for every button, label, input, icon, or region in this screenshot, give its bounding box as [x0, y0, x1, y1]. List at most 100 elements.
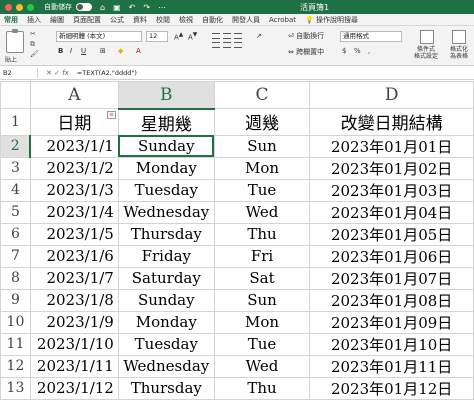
cell-date[interactable]: 2023/1/3 [29, 178, 119, 202]
cell-weekday-short[interactable]: Fri [213, 244, 311, 268]
cell-date[interactable]: 2023/1/11 [29, 354, 119, 378]
underline-icon[interactable]: U [81, 47, 86, 55]
cell-formatted-date[interactable]: 2023年01月10日 [309, 332, 474, 356]
fill-color-icon[interactable]: ◆ [118, 47, 123, 55]
cell-date[interactable]: 2023/1/10 [29, 332, 119, 356]
format-as-table-icon[interactable] [452, 30, 466, 44]
row-header[interactable]: 2 [0, 134, 32, 158]
name-box[interactable]: B2 [0, 67, 38, 78]
cell-weekday-short[interactable]: Sun [213, 134, 311, 158]
cell-formatted-date[interactable]: 2023年01月05日 [309, 222, 474, 246]
fx-icon[interactable]: fx [62, 69, 69, 77]
autofill-options-icon[interactable]: ≡ [107, 111, 116, 119]
increase-font-icon[interactable]: A▲ [174, 32, 183, 41]
column-header-c[interactable]: C [213, 81, 311, 109]
cell-weekday-short[interactable]: Tue [213, 178, 311, 202]
undo-icon[interactable]: ↶ [129, 3, 136, 12]
tell-me-search[interactable]: 💡 操作說明搜尋 [305, 15, 358, 25]
cell-weekday-short[interactable]: Thu [213, 222, 311, 246]
cell-d1[interactable]: 改變日期結構 [309, 108, 474, 136]
cell-date[interactable]: 2023/1/4 [29, 200, 119, 224]
percent-icon[interactable]: % [354, 47, 361, 55]
cell-formatted-date[interactable]: 2023年01月01日 [309, 134, 474, 158]
tab-insert[interactable]: 插入 [27, 15, 41, 25]
cell-weekday[interactable]: Thursday [117, 376, 215, 400]
cell-formatted-date[interactable]: 2023年01月04日 [309, 200, 474, 224]
row-header[interactable]: 1 [0, 108, 31, 136]
cell-weekday[interactable]: Saturday [117, 266, 215, 290]
row-header[interactable]: 9 [0, 288, 31, 312]
conditional-format-icon[interactable] [420, 30, 434, 44]
cell-weekday-short[interactable]: Sun [213, 288, 311, 312]
cell-date[interactable]: 2023/1/5 [29, 222, 119, 246]
redo-icon[interactable]: ↷ [143, 3, 150, 12]
save-icon[interactable]: ▣ [113, 3, 121, 12]
decrease-font-icon[interactable]: A▼ [188, 32, 197, 41]
font-color-icon[interactable]: A [136, 47, 141, 55]
cell-formatted-date[interactable]: 2023年01月06日 [309, 244, 474, 268]
italic-icon[interactable]: I [70, 47, 72, 55]
bold-icon[interactable]: B [58, 47, 63, 55]
more-icon[interactable]: ⋯ [158, 3, 166, 12]
row-header[interactable]: 4 [0, 178, 31, 202]
close-window-button[interactable] [5, 3, 12, 11]
cell-a1[interactable]: 日期 [29, 108, 119, 136]
format-painter-icon[interactable]: 🖌 [30, 50, 39, 58]
cell-formatted-date[interactable]: 2023年01月09日 [309, 310, 474, 334]
tab-data[interactable]: 資料 [133, 15, 147, 25]
formula-input[interactable]: =TEXT(A2,"dddd") [77, 69, 137, 77]
tab-formulas[interactable]: 公式 [110, 15, 124, 25]
tab-page-layout[interactable]: 頁面配置 [73, 15, 101, 25]
cell-weekday-short[interactable]: Thu [213, 376, 311, 400]
cell-date[interactable]: 2023/1/8 [29, 288, 119, 312]
cell-formatted-date[interactable]: 2023年01月12日 [309, 376, 474, 400]
alignment-buttons[interactable] [212, 33, 242, 48]
cell-weekday-short[interactable]: Mon [213, 156, 311, 180]
autosave-toggle[interactable] [76, 3, 92, 11]
cell-weekday[interactable]: Tuesday [117, 178, 215, 202]
font-name-select[interactable]: 新細明體 (本文) [56, 31, 142, 42]
copy-icon[interactable]: ⧉ [30, 40, 35, 49]
minimize-window-button[interactable] [16, 3, 23, 11]
merge-center-button[interactable]: ⇔ 跨欄置中 [288, 47, 324, 57]
tab-draw[interactable]: 繪圖 [50, 15, 64, 25]
row-header[interactable]: 13 [0, 376, 31, 400]
cell-formatted-date[interactable]: 2023年01月02日 [309, 156, 474, 180]
row-header[interactable]: 6 [0, 222, 31, 246]
tab-automate[interactable]: 自動化 [202, 15, 223, 25]
row-header[interactable]: 3 [0, 156, 31, 180]
row-header[interactable]: 10 [0, 310, 31, 334]
borders-icon[interactable]: ⊞ [100, 47, 106, 55]
tab-acrobat[interactable]: Acrobat [269, 16, 296, 24]
cell-formatted-date[interactable]: 2023年01月08日 [309, 288, 474, 312]
row-header[interactable]: 12 [0, 354, 31, 378]
tab-review[interactable]: 校閱 [156, 15, 170, 25]
enter-icon[interactable]: ✓ [54, 69, 60, 77]
row-header[interactable]: 7 [0, 244, 31, 268]
wrap-text-button[interactable]: ⏎ 自動換行 [288, 31, 324, 41]
font-size-select[interactable]: 12 [146, 31, 168, 42]
cell-weekday-short[interactable]: Mon [213, 310, 311, 334]
tab-home[interactable]: 常用 [4, 15, 18, 25]
tab-view[interactable]: 檢視 [179, 15, 193, 25]
cell-b1[interactable]: 星期幾 [117, 108, 215, 136]
cell-weekday[interactable]: Sunday [117, 288, 215, 312]
paste-icon[interactable] [6, 29, 24, 53]
row-header[interactable]: 8 [0, 266, 31, 290]
cell-formatted-date[interactable]: 2023年01月11日 [309, 354, 474, 378]
cell-date[interactable]: 2023/1/2 [29, 156, 119, 180]
cell-weekday-short[interactable]: Tue [213, 332, 311, 356]
column-header-b[interactable]: B [117, 81, 215, 110]
number-format-select[interactable]: 通用格式 [340, 31, 402, 42]
active-cell[interactable]: Sunday [117, 134, 215, 158]
cell-date[interactable]: 2023/1/9 [29, 310, 119, 334]
column-header-a[interactable]: A [29, 81, 119, 109]
cell-weekday-short[interactable]: Wed [213, 200, 311, 224]
row-header[interactable]: 5 [0, 200, 31, 224]
zoom-window-button[interactable] [27, 3, 34, 11]
cell-weekday-short[interactable]: Wed [213, 354, 311, 378]
cell-date[interactable]: 2023/1/7 [29, 266, 119, 290]
cell-c1[interactable]: 週幾 [213, 108, 311, 136]
cell-weekday[interactable]: Tuesday [117, 332, 215, 356]
format-as-table-label[interactable]: 格式化 為表格 [444, 46, 474, 60]
